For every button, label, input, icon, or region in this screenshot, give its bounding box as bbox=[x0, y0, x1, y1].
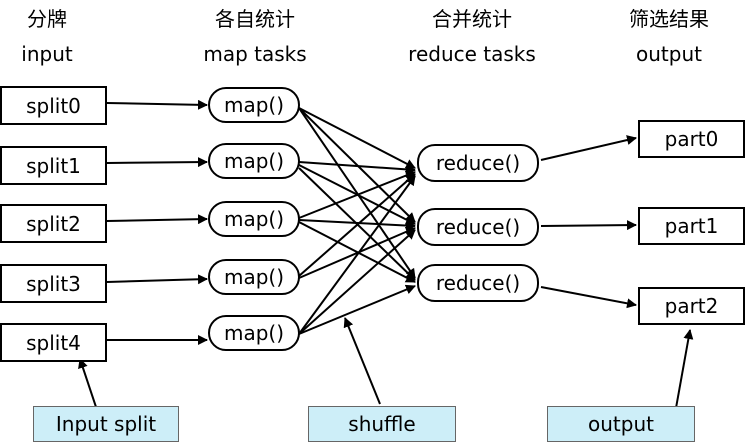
arrow-split1-map1 bbox=[106, 157, 208, 168]
arrow-map4-reduce1 bbox=[298, 229, 416, 335]
arrow-map2-reduce0 bbox=[298, 170, 416, 219]
arrow-output-note bbox=[675, 329, 694, 409]
arrow-reduce0-part0 bbox=[540, 135, 637, 161]
split-box-0: split0 bbox=[0, 86, 107, 125]
arrow-split2-map2 bbox=[106, 214, 208, 225]
split-box-4: split4 bbox=[0, 323, 107, 362]
reduce-node-1: reduce() bbox=[417, 208, 539, 246]
reduce-node-2: reduce() bbox=[417, 264, 539, 302]
arrow-split3-map3 bbox=[106, 274, 208, 285]
arrow-split0-map0 bbox=[106, 99, 208, 110]
mapreduce-diagram: 分牌 input 各自统计 map tasks 合并统计 reduce task… bbox=[0, 0, 746, 442]
arrow-reduce2-part2 bbox=[540, 286, 637, 309]
split-box-3: split3 bbox=[0, 264, 107, 303]
input-split-note: Input split bbox=[33, 406, 179, 442]
map-node-0: map() bbox=[208, 87, 300, 123]
map-node-2: map() bbox=[208, 201, 300, 237]
arrow-shuffle-note bbox=[343, 317, 381, 405]
split-box-1: split1 bbox=[0, 146, 107, 185]
map-node-1: map() bbox=[208, 143, 300, 179]
map-node-4: map() bbox=[208, 315, 300, 351]
shuffle-note: shuffle bbox=[308, 406, 456, 442]
part-box-0: part0 bbox=[638, 120, 745, 158]
arrows-layer bbox=[78, 99, 694, 429]
arrow-reduce1-part1 bbox=[540, 220, 637, 231]
part-box-1: part1 bbox=[638, 207, 745, 245]
output-note: output bbox=[547, 406, 695, 442]
arrow-map0-reduce0 bbox=[298, 107, 416, 169]
split-box-2: split2 bbox=[0, 204, 107, 243]
arrow-map1-reduce0 bbox=[298, 161, 416, 175]
part-box-2: part2 bbox=[638, 287, 745, 325]
map-node-3: map() bbox=[208, 259, 300, 295]
reduce-node-0: reduce() bbox=[417, 144, 539, 182]
